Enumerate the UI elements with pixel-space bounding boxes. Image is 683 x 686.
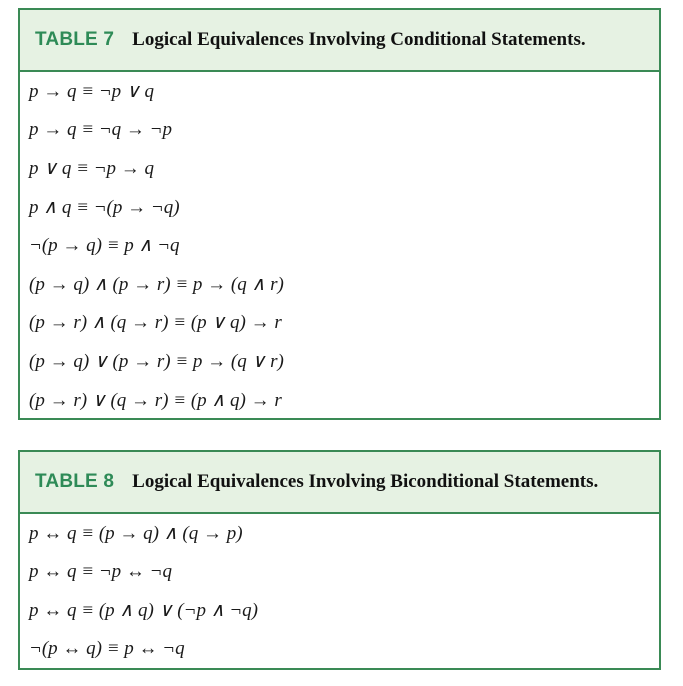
equivalence-row: ¬(p ↔ q) ≡ p ↔ ¬q <box>29 638 185 660</box>
equivalence-row: ¬(p → q) ≡ p ∧ ¬q <box>29 235 180 257</box>
equivalence-row: (p → r) ∧ (q → r) ≡ (p ∨ q) → r <box>29 312 282 334</box>
equivalence-row: p ↔ q ≡ ¬p ↔ ¬q <box>29 560 172 582</box>
equivalence-row: p ∨ q ≡ ¬p → q <box>29 157 155 179</box>
table-8-rows: p ↔ q ≡ (p → q) ∧ (q → p) p ↔ q ≡ ¬p ↔ ¬… <box>20 514 659 668</box>
table-8: TABLE 8 Logical Equivalences Involving B… <box>18 450 661 670</box>
table-8-header: TABLE 8 Logical Equivalences Involving B… <box>20 452 659 514</box>
equivalence-row: (p → r) ∨ (q → r) ≡ (p ∧ q) → r <box>29 389 282 411</box>
table-7-number: TABLE 7 <box>35 29 115 50</box>
equivalence-row: p → q ≡ ¬p ∨ q <box>29 80 155 102</box>
table-7-rows: p → q ≡ ¬p ∨ q p → q ≡ ¬q → ¬p p ∨ q ≡ ¬… <box>20 72 659 419</box>
equivalence-row: p → q ≡ ¬q → ¬p <box>29 118 172 140</box>
equivalence-row: p ↔ q ≡ (p ∧ q) ∨ (¬p ∧ ¬q) <box>29 599 258 621</box>
table-7-title: Logical Equivalences Involving Condition… <box>132 29 586 50</box>
table-8-number: TABLE 8 <box>35 471 115 492</box>
equivalence-row: p ↔ q ≡ (p → q) ∧ (q → p) <box>29 522 243 544</box>
table-7-header: TABLE 7 Logical Equivalences Involving C… <box>20 10 659 72</box>
equivalence-row: (p → q) ∧ (p → r) ≡ p → (q ∧ r) <box>29 273 284 295</box>
table-8-title: Logical Equivalences Involving Biconditi… <box>132 471 599 492</box>
equivalence-row: p ∧ q ≡ ¬(p → ¬q) <box>29 196 180 218</box>
table-7: TABLE 7 Logical Equivalences Involving C… <box>18 8 661 420</box>
equivalence-row: (p → q) ∨ (p → r) ≡ p → (q ∨ r) <box>29 350 284 372</box>
